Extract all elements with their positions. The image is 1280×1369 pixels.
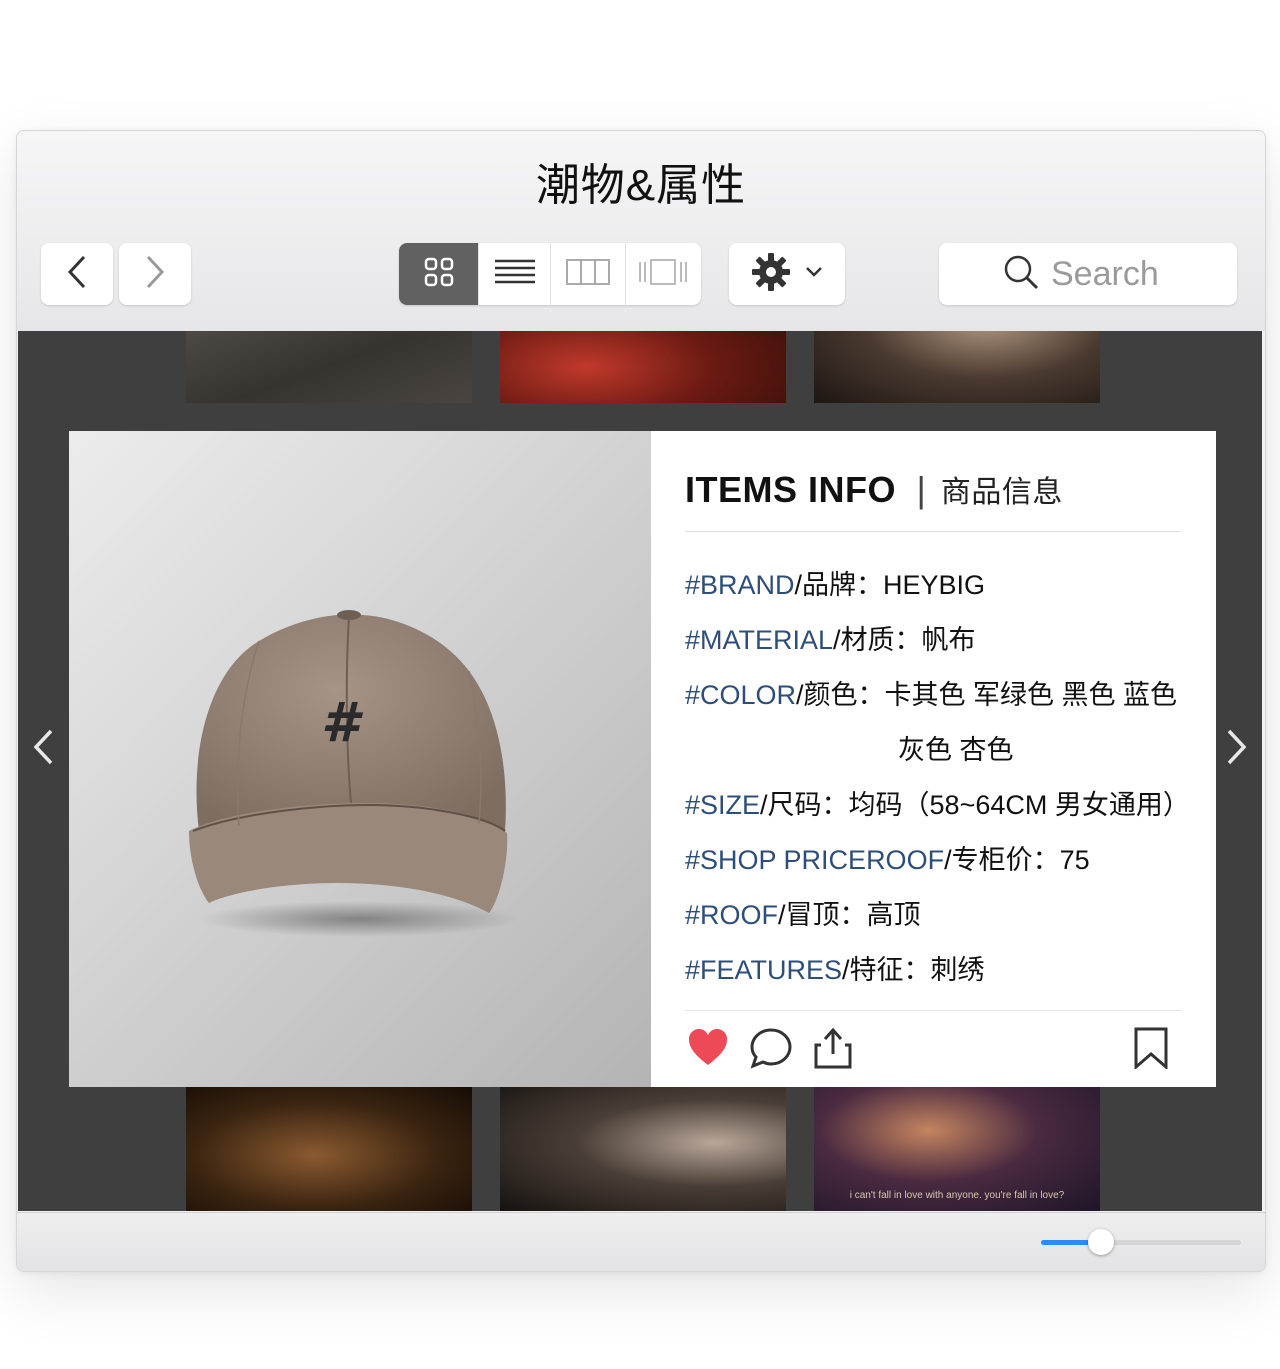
- view-mode-control: [399, 243, 701, 305]
- back-button[interactable]: [41, 243, 113, 305]
- next-arrow-button[interactable]: [1226, 729, 1248, 770]
- attribute-value: /材质：帆布: [833, 625, 976, 655]
- cap-illustration: #: [189, 610, 519, 937]
- attribute-material: #MATERIAL/材质：帆布: [685, 618, 976, 657]
- gallery-thumbnail[interactable]: [186, 1087, 472, 1211]
- attribute-key: #MATERIAL: [685, 625, 834, 655]
- gallery-thumbnail[interactable]: [500, 331, 786, 403]
- grid-view-button[interactable]: [399, 243, 480, 305]
- previous-arrow-button[interactable]: [32, 729, 54, 770]
- gallery-thumbnail[interactable]: [500, 1087, 786, 1211]
- attribute-key: #SIZE: [685, 790, 761, 820]
- chevron-left-icon: [67, 255, 87, 294]
- attribute-value: /冒顶：高顶: [778, 900, 921, 930]
- gallery-thumbnail[interactable]: [814, 331, 1100, 403]
- heart-icon[interactable]: [687, 1027, 729, 1072]
- cover-flow-icon: [638, 258, 688, 291]
- attribute-value: 灰色 杏色: [898, 735, 1014, 765]
- window-title: 潮物&属性: [535, 161, 747, 210]
- attribute-roof: #ROOF/冒顶：高顶: [685, 893, 921, 932]
- attribute-key: #ROOF: [685, 900, 779, 930]
- attribute-value: /尺码：均码（58~64CM 男女通用）: [760, 790, 1190, 820]
- chevron-down-icon: [805, 265, 823, 283]
- gallery-thumbnail[interactable]: [186, 331, 472, 403]
- chevron-right-icon: [145, 255, 165, 294]
- title-separator: |: [916, 469, 927, 510]
- attribute-key: #FEATURES: [685, 955, 843, 985]
- thumbnail-caption: i can't fall in love with anyone. you're…: [849, 1190, 1065, 1201]
- search-icon: [1003, 254, 1039, 295]
- attribute-price: #SHOP PRICEROOF/专柜价：75: [685, 838, 1090, 877]
- search-field[interactable]: [939, 243, 1237, 305]
- product-info-panel: ITEMS INFO | 商品信息 #BRAND/品牌：HEYBIG #MATE…: [651, 431, 1216, 1087]
- info-heading: ITEMS INFO | 商品信息: [685, 467, 1063, 511]
- list-view-icon: [494, 258, 535, 291]
- settings-button[interactable]: [729, 243, 845, 305]
- product-image: #: [69, 431, 651, 1087]
- attribute-key: #BRAND: [685, 570, 795, 600]
- attribute-key: #SHOP PRICEROOF: [685, 845, 945, 875]
- card-actions: [685, 1023, 1181, 1075]
- divider: [685, 531, 1181, 532]
- attribute-value: /颜色：卡其色 军绿色 黑色 蓝色: [796, 680, 1178, 710]
- toolbar: 潮物&属性: [17, 131, 1265, 331]
- attribute-value: /特征：刺绣: [842, 955, 985, 985]
- product-card: # ITEMS INFO | 商品信息 #BRAND/品牌：HEYBIG #MA…: [69, 431, 1216, 1087]
- attribute-features: #FEATURES/特征：刺绣: [685, 948, 985, 987]
- search-input[interactable]: [1049, 253, 1173, 295]
- divider: [685, 1010, 1181, 1011]
- attribute-color: #COLOR/颜色：卡其色 军绿色 黑色 蓝色: [685, 673, 1177, 712]
- attribute-brand: #BRAND/品牌：HEYBIG: [685, 563, 985, 602]
- info-subtitle: 商品信息: [940, 476, 1063, 509]
- cover-flow-button[interactable]: [626, 243, 701, 305]
- gallery-thumbnail[interactable]: i can't fall in love with anyone. you're…: [814, 1087, 1100, 1211]
- status-bar: [17, 1212, 1265, 1271]
- attribute-key: #COLOR: [685, 680, 797, 710]
- attribute-value: /专柜价：75: [944, 845, 1090, 875]
- zoom-slider-knob[interactable]: [1088, 1229, 1114, 1255]
- column-view-button[interactable]: [551, 243, 626, 305]
- attribute-value: /品牌：HEYBIG: [794, 570, 986, 600]
- gear-icon: [751, 252, 791, 297]
- gallery-area: i can't fall in love with anyone. you're…: [18, 331, 1262, 1211]
- list-view-button[interactable]: [479, 243, 552, 305]
- attribute-size: #SIZE/尺码：均码（58~64CM 男女通用）: [685, 783, 1190, 822]
- info-title: ITEMS INFO: [685, 469, 896, 510]
- share-icon[interactable]: [813, 1027, 853, 1074]
- column-view-icon: [566, 258, 611, 291]
- forward-button[interactable]: [119, 243, 191, 305]
- bookmark-icon[interactable]: [1133, 1027, 1169, 1074]
- app-window: 潮物&属性 Search i can't fall in love with a…: [16, 130, 1266, 1272]
- svg-text:#: #: [321, 691, 364, 754]
- comment-icon[interactable]: [749, 1027, 793, 1074]
- grid-view-icon: [424, 257, 454, 292]
- attribute-color-continued: 灰色 杏色: [898, 728, 1014, 767]
- zoom-slider[interactable]: [1041, 1229, 1241, 1255]
